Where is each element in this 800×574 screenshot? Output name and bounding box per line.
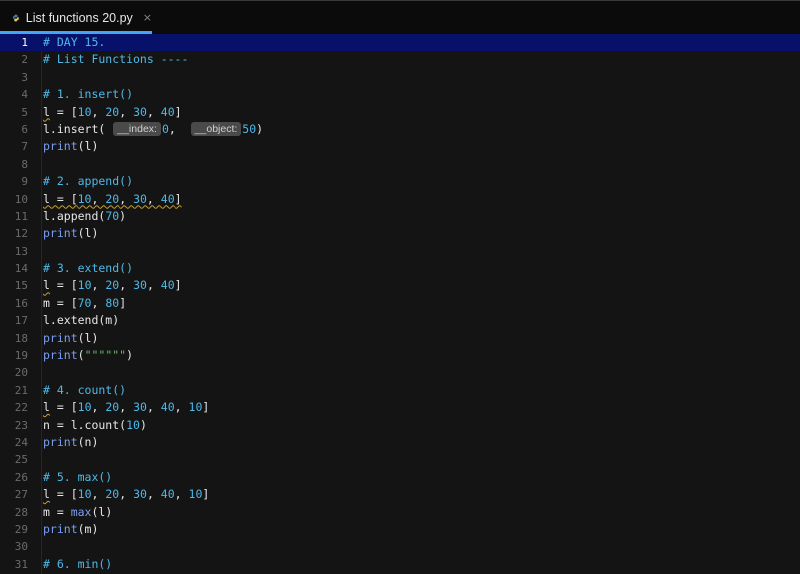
code-line: 19 print("""""") [0,347,800,364]
comment: # 1. insert() [43,87,134,102]
string-literal: """""" [84,348,127,363]
line-number: 24 [14,435,28,449]
line-number: 1 [21,36,28,49]
code-line: 11 l.append(70) [0,208,800,225]
line-number: 30 [14,540,28,554]
line-number: 27 [14,488,28,502]
line-number: 17 [14,314,28,328]
code-line: 7 print(l) [0,138,800,155]
code-line: 14 # 3. extend() [0,260,800,277]
line-number: 21 [14,383,28,397]
line-number: 22 [14,401,28,415]
line-number: 15 [14,279,28,293]
code-line: 3 [0,69,800,86]
line-number: 9 [21,175,28,189]
line-number: 16 [14,296,28,310]
code-line: 16 m = [70, 80] [0,295,800,312]
line-number: 10 [14,192,28,206]
code-line: 26 # 5. max() [0,469,800,486]
close-icon[interactable]: × [143,11,152,24]
tab-label: List functions 20.py [25,10,133,25]
comment: # List Functions ---- [43,52,189,67]
comment: # 3. extend() [43,261,134,276]
line-number: 7 [21,140,28,154]
code-line: 29 print(m) [0,521,800,538]
code-line: 2 # List Functions ---- [0,51,800,68]
code-editor[interactable]: 1 # DAY 15. 2 # List Functions ---- 3 4 # 1… [0,34,800,574]
line-number: 12 [14,227,28,241]
code-line: 20 [0,364,800,381]
line-number: 4 [21,88,28,102]
code-line: 9 # 2. append() [0,173,800,190]
comment: # 6. min() [43,556,113,571]
line-number: 18 [14,331,28,345]
line-number: 6 [21,122,28,136]
code-line: 4 # 1. insert() [0,86,800,103]
code-line: 13 [0,243,800,260]
line-number: 20 [14,366,28,380]
line-number: 13 [14,244,28,258]
inlay-hint-object: __object: [190,121,242,136]
line-number: 23 [14,418,28,432]
comment: # DAY 15. [43,35,106,49]
line-number: 31 [14,557,28,571]
code-line: 31 # 6. min() [0,556,800,573]
code-line: 28 m = max(l) [0,504,800,521]
code-line: 25 [0,451,800,468]
code-line: 10 l = [10, 20, 30, 40] [0,191,800,208]
code-line: 1 # DAY 15. [0,34,800,52]
inlay-hint-index: __index: [113,121,161,136]
code-line: 22 l = [10, 20, 30, 40, 10] [0,399,800,416]
comment: # 2. append() [43,174,134,189]
line-number: 5 [21,105,28,119]
line-number: 25 [14,453,28,467]
line-number: 19 [14,349,28,363]
python-file-icon [12,14,19,21]
editor-tab-bar: List functions 20.py × [0,0,800,34]
line-number: 28 [14,505,28,519]
line-number: 11 [14,209,28,223]
comment: # 5. max() [43,469,113,484]
code-line: 23 n = l.count(10) [0,417,800,434]
line-number: 26 [14,470,28,484]
comment: # 4. count() [43,382,127,397]
code-line: 15 l = [10, 20, 30, 40] [0,277,800,294]
line-number: 8 [21,157,28,171]
code-line: 30 [0,538,800,555]
line-number: 14 [14,262,28,276]
line-number: 29 [14,522,28,536]
code-line: 27 l = [10, 20, 30, 40, 10] [0,486,800,503]
code-line: 12 print(l) [0,225,800,242]
tab-list-functions-20[interactable]: List functions 20.py × [0,1,152,34]
code-line: 24 print(n) [0,434,800,451]
code-line: 17 l.extend(m) [0,312,800,329]
code-line: 6 l.insert( __index: 0, __object: 50) [0,121,800,138]
code-line: 5l = [10, 20, 30, 40] [0,104,800,121]
code-line: 21 # 4. count() [0,382,800,399]
code-line: 8 [0,156,800,173]
line-number: 3 [21,70,28,84]
code-line: 18 print(l) [0,330,800,347]
line-number: 2 [21,53,28,67]
